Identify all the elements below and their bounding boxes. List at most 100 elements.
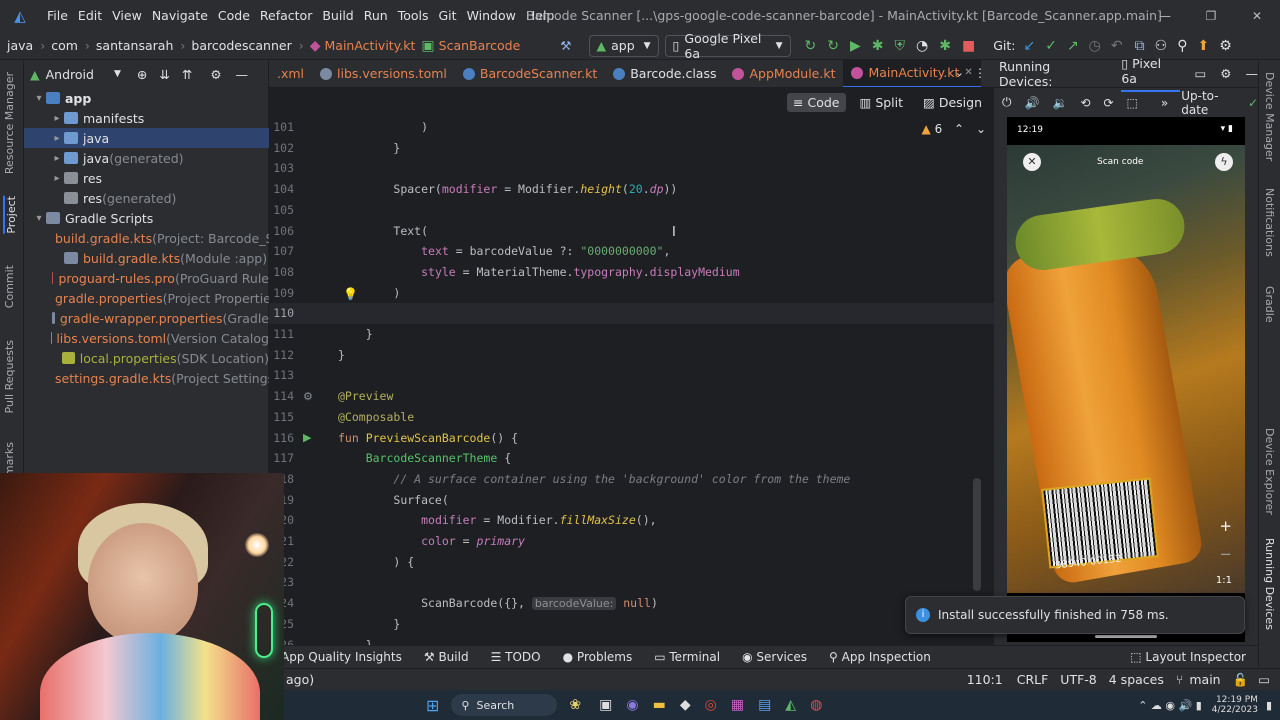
editor-scrollbar[interactable] <box>973 478 981 591</box>
rollback-icon[interactable]: ↶ <box>1111 39 1123 53</box>
code-line[interactable]: 113 <box>269 365 994 386</box>
apply-changes-icon[interactable]: ↻ <box>805 39 817 53</box>
code-line[interactable]: 106 Text( <box>269 221 994 242</box>
code-line[interactable]: 119 Surface( <box>269 490 994 511</box>
code-line[interactable]: 107 text = barcodeValue ?: "0000000000", <box>269 241 994 262</box>
menu-run[interactable]: Run <box>359 0 393 32</box>
tree-item[interactable]: ▸ java <box>24 128 269 148</box>
editor-tab[interactable]: libs.versions.toml <box>312 60 455 87</box>
task-view-icon[interactable]: ▣ <box>599 697 612 713</box>
tree-item[interactable]: ▾ app <box>24 88 269 108</box>
editor-tab[interactable]: BarcodeScanner.kt <box>455 60 605 87</box>
chevron-down-icon[interactable]: ▼ <box>114 69 121 79</box>
code-line[interactable]: 125 } <box>269 614 994 635</box>
code-line[interactable]: 108 style = MaterialTheme.typography.dis… <box>269 262 994 283</box>
todo-tab[interactable]: ☰ TODO <box>491 650 541 664</box>
hide-icon[interactable]: — <box>236 67 249 82</box>
notifications-tab[interactable]: Notifications <box>1263 188 1276 257</box>
editor-tab[interactable]: .xml <box>269 60 312 87</box>
install-notification[interactable]: i Install successfully finished in 758 m… <box>905 596 1245 634</box>
close-tab-icon[interactable]: ✕ <box>964 67 972 78</box>
run-icon[interactable]: ▶ <box>850 39 861 53</box>
breadcrumb-item[interactable]: com › <box>48 38 93 53</box>
hide-icon[interactable]: — <box>1246 66 1259 81</box>
editor-tab[interactable]: Barcode.class <box>605 60 724 87</box>
tree-item[interactable]: gradle-wrapper.properties (Gradle <box>24 308 269 328</box>
volume-down-icon[interactable]: 🔉 <box>1052 96 1067 110</box>
tabs-overflow-icon[interactable]: ⌄ <box>955 66 964 79</box>
menu-code[interactable]: Code <box>213 0 255 32</box>
tree-item[interactable]: libs.versions.toml (Version Catalog <box>24 328 269 348</box>
code-line[interactable]: 109 ) <box>269 283 994 304</box>
collapsed-arrow-icon[interactable]: ▸ <box>50 153 64 164</box>
git-update-icon[interactable]: ↙ <box>1023 39 1035 53</box>
editor-tab[interactable]: AppModule.kt <box>724 60 843 87</box>
close-scan-icon[interactable]: ✕ <box>1023 153 1041 171</box>
device-explorer-tab[interactable]: Device Explorer <box>1263 428 1276 515</box>
pull-requests-tab[interactable]: Pull Requests <box>3 340 16 413</box>
gradle-tab[interactable]: Gradle <box>1263 286 1276 323</box>
breadcrumb-symbol[interactable]: ▣ ScanBarcode <box>418 38 523 53</box>
hammer-icon[interactable]: ⚒ <box>557 38 574 53</box>
code-line[interactable]: 116 fun PreviewScanBarcode() { <box>269 428 994 449</box>
tree-item[interactable]: ▸ res <box>24 168 269 188</box>
lightbulb-icon[interactable]: 💡 <box>343 287 358 301</box>
collapsed-arrow-icon[interactable]: ▸ <box>50 173 64 184</box>
tree-item[interactable]: gradle.properties (Project Propertie <box>24 288 269 308</box>
app-quality-insights-tab[interactable]: App Quality Insights <box>281 650 402 664</box>
close-button[interactable]: ✕ <box>1234 0 1280 32</box>
memory-indicator-icon[interactable]: ▭ <box>1258 672 1270 687</box>
code-line[interactable]: 110 <box>269 303 994 324</box>
windows-start-icon[interactable]: ⊞ <box>426 696 439 715</box>
coverage-icon[interactable]: ⛨ <box>895 39 906 53</box>
tree-item[interactable]: ▸ manifests <box>24 108 269 128</box>
apply-code-changes-icon[interactable]: ↻ <box>827 39 839 53</box>
menu-window[interactable]: Window <box>462 0 521 32</box>
volume-up-icon[interactable]: 🔊 <box>1025 96 1040 110</box>
code-line[interactable]: 121 color = primary <box>269 531 994 552</box>
code-line[interactable]: 114 @Preview <box>269 386 994 407</box>
options-gear-icon[interactable]: ⚙ <box>210 67 221 82</box>
app-icon[interactable]: ◆ <box>680 697 691 713</box>
menu-navigate[interactable]: Navigate <box>147 0 213 32</box>
rotate-left-icon[interactable]: ⟲ <box>1080 96 1090 110</box>
code-line[interactable]: 102 } <box>269 138 994 159</box>
tree-item[interactable]: local.properties (SDK Location) <box>24 348 269 368</box>
device-screen[interactable]: 12:19 ▾ ▮ 98940 00132 ✕ Scan code ϟ + − … <box>1007 117 1245 642</box>
caret-position[interactable]: 110:1 <box>967 672 1003 687</box>
profile-icon[interactable]: ◔ <box>916 39 928 53</box>
collapse-all-icon[interactable]: ⇊ <box>159 67 169 82</box>
maximize-button[interactable]: ❐ <box>1188 0 1234 32</box>
git-push-icon[interactable]: ↗ <box>1067 39 1079 53</box>
zoom-in-icon[interactable]: + <box>1219 517 1232 535</box>
collapsed-arrow-icon[interactable]: ▸ <box>50 113 64 124</box>
menu-file[interactable]: File <box>42 0 73 32</box>
services-tab[interactable]: ◉ Services <box>742 650 807 664</box>
running-devices-tab[interactable]: Running Devices <box>1263 538 1276 630</box>
minimize-button[interactable]: — <box>1142 0 1188 32</box>
widgets-icon[interactable]: ❀ <box>569 697 581 713</box>
code-line[interactable]: 112} <box>269 345 994 366</box>
breadcrumb-item[interactable]: santansarah › <box>93 38 188 53</box>
notification-center-icon[interactable]: ▮ <box>1266 699 1272 712</box>
options-gear-icon[interactable]: ⚙ <box>1220 66 1231 81</box>
code-line[interactable]: 105 <box>269 200 994 221</box>
expanded-arrow-icon[interactable]: ▾ <box>32 213 46 224</box>
project-tab[interactable]: Project <box>3 196 18 234</box>
device-select[interactable]: ▯ Google Pixel 6a ▼ <box>664 31 791 61</box>
build-tab[interactable]: ⚒ Build <box>424 650 469 664</box>
code-line[interactable]: 118 // A surface container using the 'ba… <box>269 469 994 490</box>
menu-tools[interactable]: Tools <box>393 0 434 32</box>
terminal-tab[interactable]: ▭ Terminal <box>654 650 720 664</box>
code-line[interactable]: 103 <box>269 158 994 179</box>
settings-gear-icon[interactable]: ⚙ <box>1219 39 1232 53</box>
breadcrumb-item[interactable]: barcodescanner › <box>188 38 306 53</box>
line-separator[interactable]: CRLF <box>1017 672 1049 687</box>
code-line[interactable]: 101 ) <box>269 117 994 138</box>
code-line[interactable]: 124 ScanBarcode({}, barcodeValue: null) <box>269 593 994 614</box>
menu-view[interactable]: View <box>107 0 147 32</box>
flash-icon[interactable]: ϟ <box>1215 153 1233 171</box>
run-config-select[interactable]: ▲ app ▼ <box>588 34 659 57</box>
jetbrains-icon[interactable]: ▦ <box>731 697 744 713</box>
device-manager-tab[interactable]: Device Manager <box>1263 72 1276 161</box>
